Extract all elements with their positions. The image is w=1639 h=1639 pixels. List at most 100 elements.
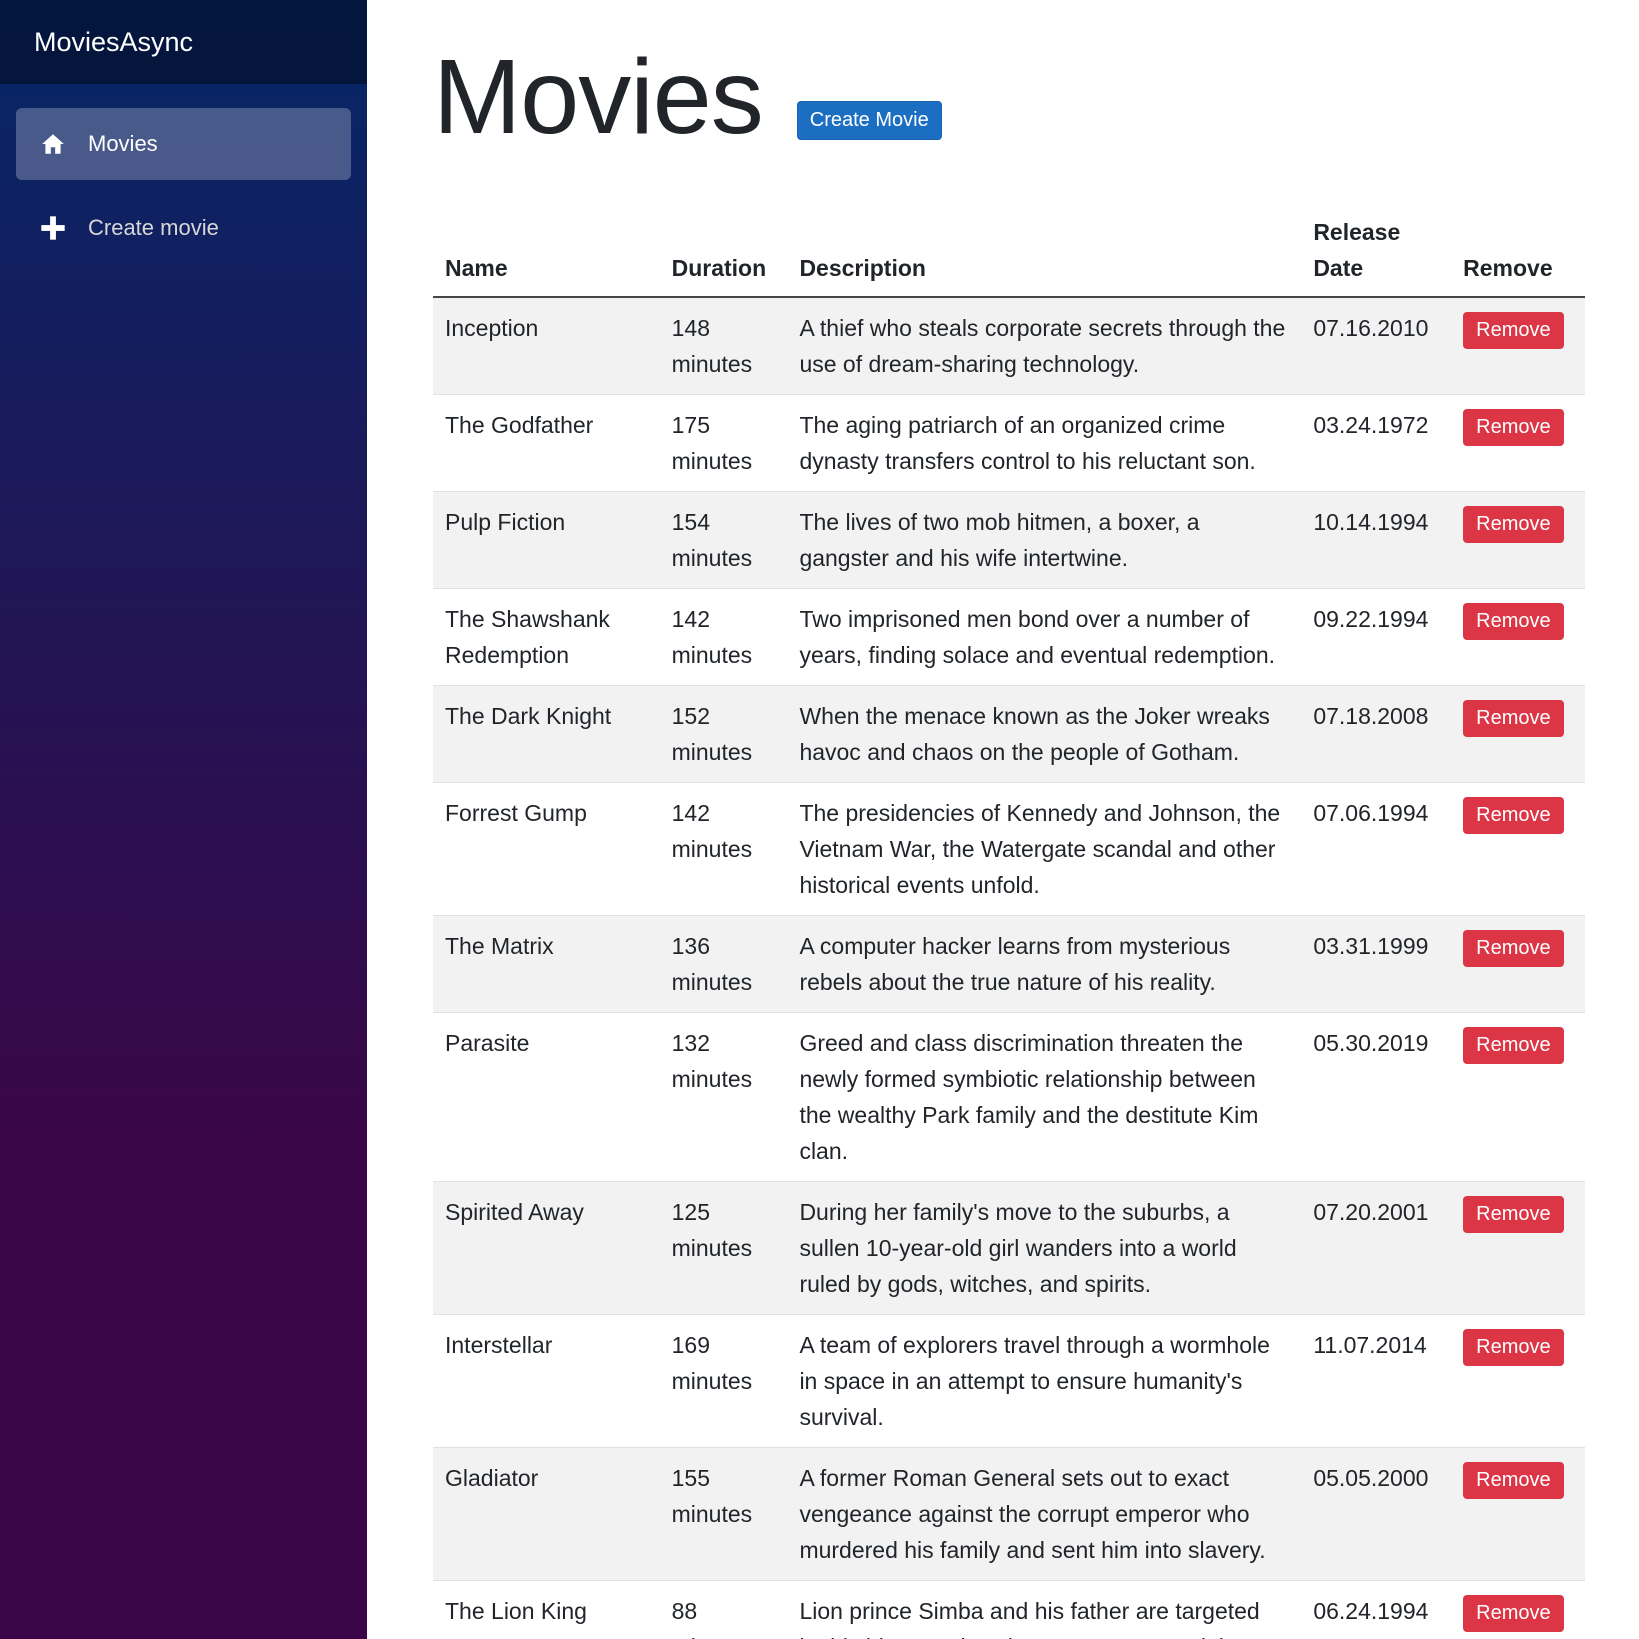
remove-button[interactable]: Remove: [1463, 603, 1564, 640]
table-row: Spirited Away 125 minutes During her famil…: [433, 1181, 1585, 1315]
movie-description-cell: During her family's move to the suburbs,…: [787, 1181, 1302, 1315]
remove-button[interactable]: Remove: [1463, 506, 1564, 543]
movie-remove-cell: Remove: [1451, 782, 1585, 916]
movie-description-cell: Two imprisoned men bond over a number of…: [787, 588, 1302, 686]
movie-remove-cell: Remove: [1451, 1181, 1585, 1315]
table-row: The Dark Knight 152 minutes When the menac…: [433, 685, 1585, 783]
table-row: Pulp Fiction 154 minutes The lives of two …: [433, 491, 1585, 589]
sidebar: MoviesAsync Movies Create movie: [0, 0, 367, 1639]
table-header-row: Name Duration Description Release Date R…: [433, 202, 1585, 298]
sidebar-item-label: Create movie: [88, 215, 219, 240]
movie-duration-cell: 155 minutes: [659, 1447, 788, 1581]
movie-remove-cell: Remove: [1451, 1012, 1585, 1182]
remove-button[interactable]: Remove: [1463, 312, 1564, 349]
movie-remove-cell: Remove: [1451, 1314, 1585, 1448]
remove-button[interactable]: Remove: [1463, 797, 1564, 834]
top-brand-bar: MoviesAsync: [0, 0, 367, 84]
movie-release-date-cell: 07.18.2008: [1301, 685, 1452, 783]
movie-name-cell: The Shawshank Redemption: [433, 588, 660, 686]
table-header: Name Duration Description Release Date R…: [433, 202, 1585, 298]
movie-name-cell: Parasite: [433, 1012, 660, 1182]
brand-link[interactable]: MoviesAsync: [34, 27, 193, 58]
movie-duration-cell: 154 minutes: [659, 491, 788, 589]
remove-button[interactable]: Remove: [1463, 1462, 1564, 1499]
movie-duration-cell: 148 minutes: [659, 296, 788, 395]
remove-button[interactable]: Remove: [1463, 1595, 1564, 1632]
movie-remove-cell: Remove: [1451, 394, 1585, 492]
remove-button[interactable]: Remove: [1463, 930, 1564, 967]
movie-name-cell: Inception: [433, 296, 660, 395]
movie-remove-cell: Remove: [1451, 296, 1585, 395]
remove-button[interactable]: Remove: [1463, 1027, 1564, 1064]
table-row: The Godfather 175 minutes The aging patria…: [433, 394, 1585, 492]
movie-release-date-cell: 03.24.1972: [1301, 394, 1452, 492]
sidebar-item-movies[interactable]: Movies: [16, 108, 351, 180]
remove-button[interactable]: Remove: [1463, 700, 1564, 737]
movie-duration-cell: 142 minutes: [659, 588, 788, 686]
movie-duration-cell: 169 minutes: [659, 1314, 788, 1448]
sidebar-item-label: Movies: [88, 131, 158, 156]
movie-remove-cell: Remove: [1451, 685, 1585, 783]
movie-release-date-cell: 06.24.1994: [1301, 1580, 1452, 1639]
home-icon: [38, 129, 68, 159]
movie-release-date-cell: 05.30.2019: [1301, 1012, 1452, 1182]
column-header-duration: Duration: [659, 202, 788, 298]
movie-release-date-cell: 07.20.2001: [1301, 1181, 1452, 1315]
table-row: The Shawshank Redemption 142 minutes Two i…: [433, 588, 1585, 686]
movie-remove-cell: Remove: [1451, 1580, 1585, 1639]
create-movie-button[interactable]: Create Movie: [796, 101, 942, 140]
movie-name-cell: The Lion King: [433, 1580, 660, 1639]
movie-description-cell: The presidencies of Kennedy and Johnson,…: [787, 782, 1302, 916]
plus-icon: [38, 213, 68, 243]
column-header-release-date: Release Date: [1301, 202, 1452, 298]
movie-release-date-cell: 07.06.1994: [1301, 782, 1452, 916]
column-header-name: Name: [433, 202, 660, 298]
movie-description-cell: The lives of two mob hitmen, a boxer, a …: [787, 491, 1302, 589]
table-row: Gladiator 155 minutes A former Roman Gener…: [433, 1447, 1585, 1581]
content-area: Movies Create Movie Name Duration Descri…: [367, 0, 1585, 1639]
movie-description-cell: A former Roman General sets out to exact…: [787, 1447, 1302, 1581]
movie-name-cell: Gladiator: [433, 1447, 660, 1581]
remove-button[interactable]: Remove: [1463, 1329, 1564, 1366]
movie-duration-cell: 142 minutes: [659, 782, 788, 916]
movie-duration-cell: 125 minutes: [659, 1181, 788, 1315]
main-content: Movies Create Movie Name Duration Descri…: [367, 0, 1639, 1639]
movie-duration-cell: 132 minutes: [659, 1012, 788, 1182]
column-header-description: Description: [787, 202, 1302, 298]
movie-duration-cell: 152 minutes: [659, 685, 788, 783]
movie-remove-cell: Remove: [1451, 491, 1585, 589]
table-row: Forrest Gump 142 minutes The presidencies …: [433, 782, 1585, 916]
remove-button[interactable]: Remove: [1463, 409, 1564, 446]
movie-name-cell: The Matrix: [433, 915, 660, 1013]
table-row: The Matrix 136 minutes A computer hacker l…: [433, 915, 1585, 1013]
movie-duration-cell: 175 minutes: [659, 394, 788, 492]
movie-name-cell: The Dark Knight: [433, 685, 660, 783]
movie-remove-cell: Remove: [1451, 1447, 1585, 1581]
movie-release-date-cell: 05.05.2000: [1301, 1447, 1452, 1581]
movie-description-cell: Greed and class discrimination threaten …: [787, 1012, 1302, 1182]
movie-description-cell: The aging patriarch of an organized crim…: [787, 394, 1302, 492]
movie-release-date-cell: 11.07.2014: [1301, 1314, 1452, 1448]
table-body: Inception 148 minutes A thief who steals c…: [433, 296, 1585, 1639]
movie-remove-cell: Remove: [1451, 588, 1585, 686]
movie-name-cell: Forrest Gump: [433, 782, 660, 916]
app-root: MoviesAsync Movies Create movie Movies C…: [0, 0, 1639, 1639]
movie-duration-cell: 88 minutes: [659, 1580, 788, 1639]
movie-release-date-cell: 07.16.2010: [1301, 296, 1452, 395]
movie-description-cell: A team of explorers travel through a wor…: [787, 1314, 1302, 1448]
sidebar-item-create-movie[interactable]: Create movie: [16, 192, 351, 264]
movie-remove-cell: Remove: [1451, 915, 1585, 1013]
movie-name-cell: The Godfather: [433, 394, 660, 492]
page-title: Movies: [433, 38, 764, 156]
movie-release-date-cell: 03.31.1999: [1301, 915, 1452, 1013]
sidebar-nav: Movies Create movie: [0, 84, 367, 264]
movie-description-cell: When the menace known as the Joker wreak…: [787, 685, 1302, 783]
movie-name-cell: Interstellar: [433, 1314, 660, 1448]
table-row: Parasite 132 minutes Greed and class discr…: [433, 1012, 1585, 1182]
column-header-remove: Remove: [1451, 202, 1585, 298]
movie-release-date-cell: 09.22.1994: [1301, 588, 1452, 686]
remove-button[interactable]: Remove: [1463, 1196, 1564, 1233]
movie-name-cell: Spirited Away: [433, 1181, 660, 1315]
table-row: Interstellar 169 minutes A team of explore…: [433, 1314, 1585, 1448]
movies-table: Name Duration Description Release Date R…: [433, 202, 1585, 1639]
